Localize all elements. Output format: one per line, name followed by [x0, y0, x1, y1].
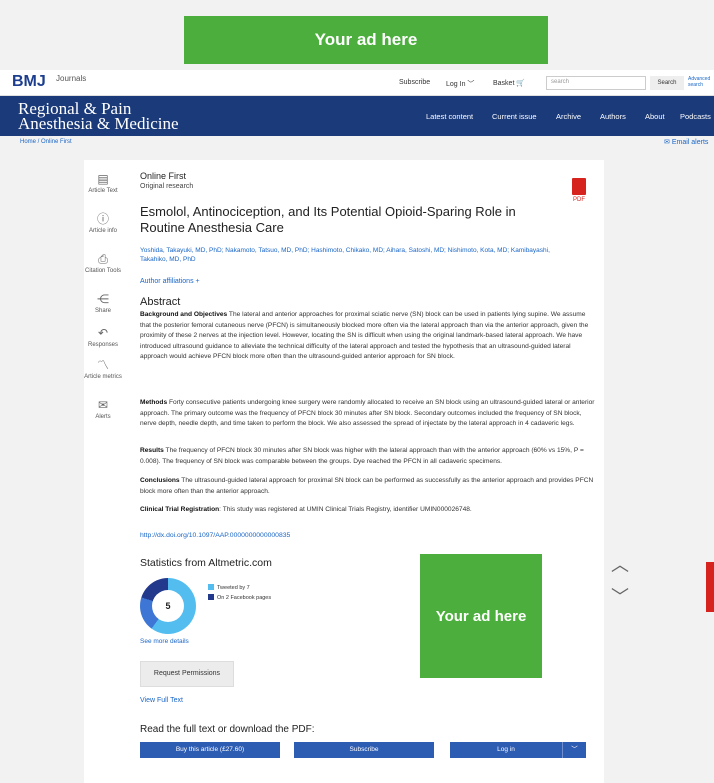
envelope-icon: ✉	[664, 139, 670, 146]
login-link[interactable]: Log In ﹀	[446, 79, 474, 89]
article-panel: ▤ Article Text ⓘ Article info ⎙ Citation…	[84, 160, 604, 783]
tool-label: Article metrics	[84, 374, 122, 380]
altmetric-score: 5	[152, 590, 184, 622]
abstract-conclusions: Conclusions The ultrasound-guided latera…	[140, 476, 598, 497]
chevron-up-icon: ︿	[611, 555, 629, 575]
view-full-text-link[interactable]: View Full Text	[140, 697, 183, 704]
conclusions-label: Conclusions	[140, 477, 180, 484]
abstract-heading: Abstract	[140, 296, 181, 308]
trial-text: : This study was registered at UMIN Clin…	[219, 506, 472, 513]
results-label: Results	[140, 447, 164, 454]
tool-label: Article info	[88, 228, 117, 234]
trial-label: Clinical Trial Registration	[140, 506, 220, 513]
journal-title-line2[interactable]: Anesthesia & Medicine	[18, 115, 179, 132]
altmetric-legend-item: Tweeted by 7	[208, 584, 250, 591]
author-affiliations-toggle[interactable]: Author affiliations +	[140, 278, 200, 285]
buy-article-button[interactable]: Buy this article (£27.60)	[140, 742, 280, 758]
cart-icon: 🛒	[516, 80, 526, 87]
basket-label: Basket	[493, 80, 515, 87]
search-button[interactable]: Search	[650, 76, 684, 90]
background-text: The lateral and anterior approaches for …	[140, 311, 589, 361]
bmj-logo-sub: Journals	[56, 74, 87, 83]
tool-label: Share	[94, 308, 111, 314]
section-label: Online First	[140, 171, 187, 181]
tool-share[interactable]: ⋲ Share	[84, 292, 122, 315]
methods-text: Forty consecutive patients undergoing kn…	[140, 399, 595, 428]
legend-swatch	[208, 584, 214, 590]
metrics-icon: 〽	[96, 358, 109, 372]
abstract-background: Background and Objectives The lateral an…	[140, 310, 598, 363]
login-label: Log In	[446, 81, 466, 88]
citation-icon: ⎙	[98, 252, 108, 266]
scroll-down-button[interactable]: ﹀	[604, 578, 636, 614]
email-alerts-link[interactable]: ✉ Email alerts	[664, 138, 708, 146]
tool-responses[interactable]: ↶ Responses	[84, 326, 122, 349]
breadcrumb-bar: Home / Online First ✉ Email alerts	[0, 136, 714, 150]
request-permissions-button[interactable]: Request Permissions	[140, 661, 234, 687]
abstract-methods: Methods Forty consecutive patients under…	[140, 398, 598, 430]
tool-label: Alerts	[95, 414, 111, 420]
doi-link[interactable]: http://dx.doi.org/10.1097/AAP.0000000000…	[140, 532, 290, 539]
chevron-down-icon: ﹀	[611, 587, 629, 607]
side-ad-label: Your ad here	[435, 607, 527, 625]
breadcrumb[interactable]: Home / Online First	[20, 139, 72, 145]
nav-about[interactable]: About	[645, 112, 665, 121]
abstract-trial-registration: Clinical Trial Registration: This study …	[140, 505, 598, 516]
login-button[interactable]: Log in ﹀	[450, 742, 586, 758]
login-button-label: Log in	[497, 746, 515, 753]
altmetric-heading: Statistics from Altmetric.com	[140, 557, 272, 569]
tool-article-info[interactable]: ⓘ Article info	[84, 212, 122, 235]
feedback-tab[interactable]	[706, 562, 714, 612]
chevron-down-icon[interactable]: ﹀	[562, 742, 586, 758]
share-icon: ⋲	[97, 292, 109, 306]
utility-bar: BMJ Journals Subscribe Log In ﹀ Basket 🛒…	[0, 70, 714, 96]
search-input[interactable]: search	[546, 76, 646, 90]
top-ad-banner[interactable]: Your ad here	[184, 16, 548, 64]
nav-archive[interactable]: Archive	[556, 112, 581, 121]
document-icon: ▤	[97, 172, 109, 186]
article-title: Esmolol, Antinociception, and Its Potent…	[140, 204, 516, 235]
altmetric-donut[interactable]: 5	[140, 578, 196, 634]
pdf-icon[interactable]	[572, 178, 586, 195]
background-label: Background and Objectives	[140, 311, 228, 318]
tool-citation[interactable]: ⎙ Citation Tools	[84, 252, 122, 275]
pdf-label[interactable]: PDF	[573, 197, 585, 203]
legend-text: Tweeted by 7	[217, 585, 250, 591]
tool-alerts[interactable]: ✉ Alerts	[84, 398, 122, 421]
legend-swatch	[208, 594, 214, 600]
nav-latest-content[interactable]: Latest content	[426, 112, 473, 121]
email-alerts-label: Email alerts	[671, 139, 709, 146]
journal-header: Regional & Pain Anesthesia & Medicine La…	[0, 96, 714, 136]
results-text: The frequency of PFCN block 30 minutes a…	[140, 447, 584, 465]
abstract-results: Results The frequency of PFCN block 30 m…	[140, 446, 598, 467]
info-icon: ⓘ	[96, 212, 109, 226]
tool-label: Responses	[87, 342, 119, 348]
subscribe-button[interactable]: Subscribe	[294, 742, 434, 758]
top-ad-label: Your ad here	[314, 30, 418, 49]
advanced-search-link[interactable]: Advanced search	[688, 76, 714, 88]
tool-label: Citation Tools	[85, 268, 121, 274]
methods-label: Methods	[140, 399, 168, 406]
basket-link[interactable]: Basket 🛒	[493, 79, 525, 87]
nav-current-issue[interactable]: Current issue	[492, 112, 537, 121]
altmetric-legend-item: On 2 Facebook pages	[208, 594, 271, 601]
tool-article-text[interactable]: ▤ Article Text	[84, 172, 122, 195]
read-full-text-heading: Read the full text or download the PDF:	[140, 724, 315, 735]
bmj-logo[interactable]: BMJ	[12, 73, 46, 91]
subscribe-link[interactable]: Subscribe	[399, 79, 430, 86]
reply-icon: ↶	[97, 326, 109, 340]
scroll-up-button[interactable]: ︿	[604, 546, 636, 582]
nav-authors[interactable]: Authors	[600, 112, 626, 121]
tool-label: Article Text	[88, 188, 118, 194]
nav-podcasts[interactable]: Podcasts	[680, 112, 711, 121]
envelope-icon: ✉	[97, 398, 109, 412]
see-more-details-link[interactable]: See more details	[140, 638, 189, 645]
author-list[interactable]: Yoshida, Takayuki, MD, PhD; Nakamoto, Ta…	[140, 246, 560, 264]
conclusions-text: The ultrasound-guided lateral approach f…	[140, 477, 594, 495]
tool-metrics[interactable]: 〽 Article metrics	[84, 358, 122, 381]
side-ad-banner[interactable]: Your ad here	[420, 554, 542, 678]
legend-text: On 2 Facebook pages	[217, 595, 272, 601]
article-type: Original research	[140, 183, 194, 190]
chevron-down-icon: ﹀	[467, 81, 475, 88]
